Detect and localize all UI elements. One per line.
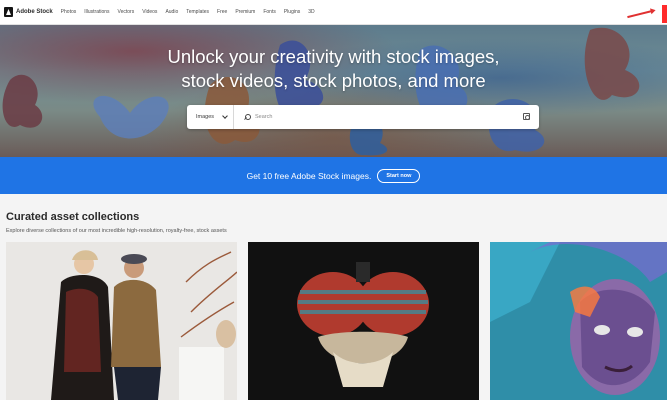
start-now-button[interactable]: Start now xyxy=(377,168,421,183)
neon-portrait-photo xyxy=(490,242,667,400)
search-category-dropdown[interactable]: Images xyxy=(187,105,234,129)
collection-card-macro[interactable] xyxy=(248,242,479,400)
adobe-logo-icon xyxy=(4,7,13,17)
nav-link-illustrations[interactable]: Illustrations xyxy=(84,9,109,15)
promo-text: Get 10 free Adobe Stock images. xyxy=(246,170,372,181)
collection-card-fashion[interactable] xyxy=(6,242,237,400)
fashion-photo xyxy=(6,242,237,400)
search-bar: Images Search xyxy=(187,105,539,129)
fly-macro-photo xyxy=(248,242,479,400)
nav-link-fonts[interactable]: Fonts xyxy=(263,9,276,15)
curated-subtitle: Explore diverse collections of our most … xyxy=(6,228,227,234)
search-category-label: Images xyxy=(196,114,215,120)
nav-link-templates[interactable]: Templates xyxy=(186,9,209,15)
promo-banner: Get 10 free Adobe Stock images. Start no… xyxy=(0,157,667,194)
hero-title-line-1: Unlock your creativity with stock images… xyxy=(167,46,500,67)
search-icon xyxy=(244,114,251,120)
top-nav: Adobe Stock Photos Illustrations Vectors… xyxy=(0,0,667,25)
collection-card-portrait[interactable] xyxy=(490,242,667,400)
nav-link-audio[interactable]: Audio xyxy=(165,9,178,15)
hero-title-line-2: stock videos, stock photos, and more xyxy=(181,70,486,91)
highlight-marker xyxy=(662,5,667,23)
nav-link-videos[interactable]: Videos xyxy=(142,9,157,15)
hero-banner: Unlock your creativity with stock images… xyxy=(0,25,667,157)
hero-title: Unlock your creativity with stock images… xyxy=(0,45,667,93)
nav-link-plugins[interactable]: Plugins xyxy=(284,9,300,15)
page: Adobe Stock Photos Illustrations Vectors… xyxy=(0,0,667,400)
nav-link-photos[interactable]: Photos xyxy=(61,9,77,15)
chevron-down-icon xyxy=(222,113,228,119)
adobe-stock-logo[interactable]: Adobe Stock xyxy=(4,7,53,17)
nav-link-free[interactable]: Free xyxy=(217,9,227,15)
arrow-annotation-icon xyxy=(627,9,653,18)
visual-search-icon[interactable] xyxy=(523,113,530,120)
nav-link-3d[interactable]: 3D xyxy=(308,9,314,15)
logo-text: Adobe Stock xyxy=(16,9,53,15)
nav-links: Photos Illustrations Vectors Videos Audi… xyxy=(61,9,323,15)
nav-link-premium[interactable]: Premium xyxy=(235,9,255,15)
nav-link-vectors[interactable]: Vectors xyxy=(118,9,135,15)
search-input[interactable]: Search xyxy=(255,114,272,120)
curated-title: Curated asset collections xyxy=(6,211,140,223)
